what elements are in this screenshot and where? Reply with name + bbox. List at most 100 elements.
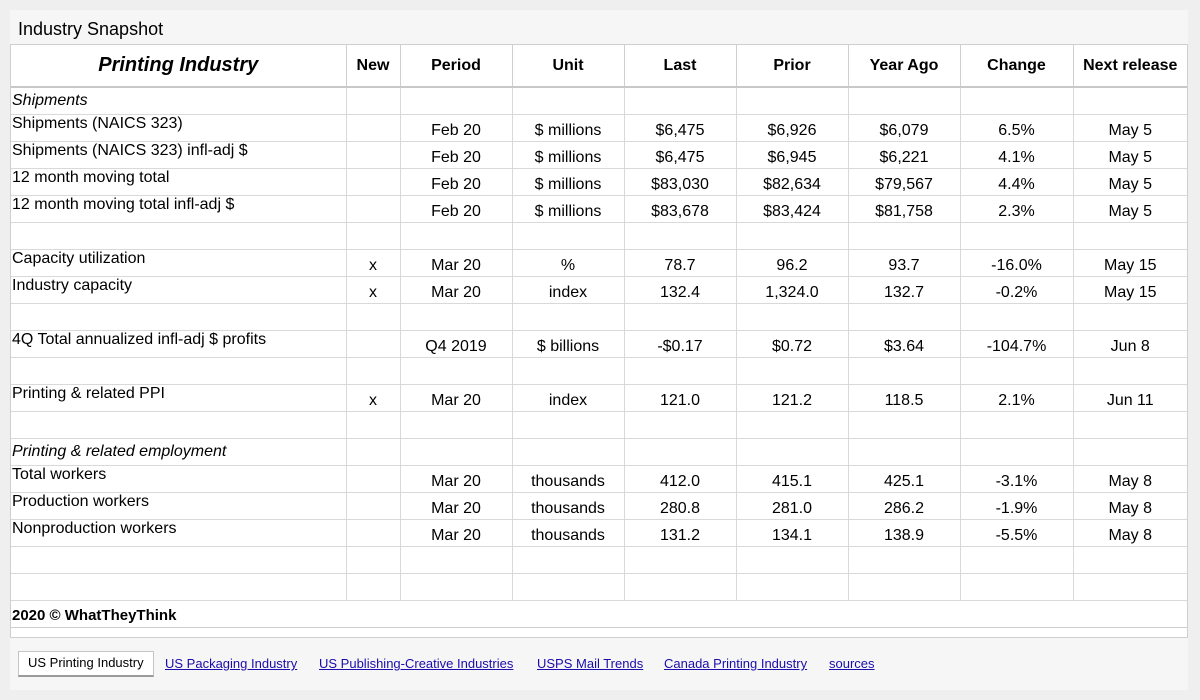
empty-cell — [624, 438, 737, 466]
empty-cell — [848, 303, 961, 331]
empty-cell — [848, 438, 961, 466]
table-cell: 138.9 — [848, 519, 961, 547]
table-cell: % — [512, 249, 625, 277]
empty-cell — [736, 87, 849, 115]
tab-link-canada-printing[interactable]: Canada Printing Industry — [664, 656, 807, 672]
table-cell: $83,030 — [624, 168, 737, 196]
table-cell: 132.7 — [848, 276, 961, 304]
empty-cell — [512, 438, 625, 466]
empty-cell — [624, 573, 737, 601]
empty-cell — [736, 222, 849, 250]
empty-cell — [848, 573, 961, 601]
table-cell: Mar 20 — [400, 492, 513, 520]
table-cell: 415.1 — [736, 465, 849, 493]
table-cell: index — [512, 384, 625, 412]
table-cell: Mar 20 — [400, 519, 513, 547]
table-cell: 6.5% — [960, 114, 1074, 142]
header-period: Period — [400, 45, 513, 88]
empty-cell — [400, 411, 513, 439]
table-cell: -3.1% — [960, 465, 1074, 493]
table-cell: 2.3% — [960, 195, 1074, 223]
header-new: New — [346, 45, 401, 88]
snapshot-frame: Industry Snapshot Printing Industry New … — [10, 10, 1188, 690]
table-cell: May 15 — [1073, 276, 1187, 304]
empty-cell — [1073, 438, 1187, 466]
tab-link-us-packaging[interactable]: US Packaging Industry — [165, 656, 297, 672]
table-cell: May 5 — [1073, 114, 1187, 142]
table-cell: $6,945 — [736, 141, 849, 169]
table-row: Shipments (NAICS 323) infl-adj $ Feb 20 $ … — [11, 141, 1187, 169]
empty-cell — [1073, 303, 1187, 331]
table-cell: May 5 — [1073, 141, 1187, 169]
empty-cell — [624, 222, 737, 250]
empty-cell — [400, 303, 513, 331]
table-cell: May 8 — [1073, 465, 1187, 493]
blank-row — [11, 573, 1187, 601]
table-cell: $ millions — [512, 141, 625, 169]
empty-cell — [624, 357, 737, 385]
table-cell — [346, 168, 401, 196]
empty-cell — [1073, 573, 1187, 601]
empty-cell — [1073, 357, 1187, 385]
table-row: Capacity utilization x Mar 20% 78.7 96.2 93.7… — [11, 249, 1187, 277]
tab-link-usps-mail-trends[interactable]: USPS Mail Trends — [537, 656, 643, 672]
table-cell: $6,475 — [624, 141, 737, 169]
table-cell: $3.64 — [848, 330, 961, 358]
table-cell: May 8 — [1073, 492, 1187, 520]
table-cell: $79,567 — [848, 168, 961, 196]
table-cell: $81,758 — [848, 195, 961, 223]
empty-cell — [400, 87, 513, 115]
table-cell: 425.1 — [848, 465, 961, 493]
empty-cell — [736, 573, 849, 601]
empty-cell — [346, 357, 401, 385]
empty-cell — [960, 411, 1074, 439]
empty-cell — [960, 222, 1074, 250]
table-cell: May 5 — [1073, 168, 1187, 196]
row-label: Production workers — [11, 492, 347, 520]
tab-link-us-publishing-creative[interactable]: US Publishing-Creative Industries — [319, 656, 513, 672]
row-label: Nonproduction workers — [11, 519, 347, 547]
empty-cell — [848, 87, 961, 115]
table-cell: $0.72 — [736, 330, 849, 358]
empty-cell — [346, 438, 401, 466]
table-cell — [346, 492, 401, 520]
industry-table: Printing Industry New Period Unit Last P… — [11, 45, 1187, 628]
empty-cell — [11, 222, 347, 250]
tab-link-sources[interactable]: sources — [829, 656, 875, 672]
table-row: 12 month moving total infl-adj $ Feb 20 $ … — [11, 195, 1187, 223]
table-cell: -16.0% — [960, 249, 1074, 277]
empty-cell — [346, 303, 401, 331]
blank-row — [11, 303, 1187, 331]
row-label: Printing & related PPI — [11, 384, 347, 412]
copyright-row: 2020 © WhatTheyThink — [11, 600, 1187, 628]
empty-cell — [11, 357, 347, 385]
table-row: Production workers Mar 20 thousands 280.8 28… — [11, 492, 1187, 520]
empty-cell — [960, 573, 1074, 601]
empty-cell — [736, 438, 849, 466]
table-cell: Jun 11 — [1073, 384, 1187, 412]
table-cell: $ millions — [512, 114, 625, 142]
tab-us-printing-industry[interactable]: US Printing Industry — [18, 651, 154, 677]
row-label: 12 month moving total infl-adj $ — [11, 195, 347, 223]
table-cell: 134.1 — [736, 519, 849, 547]
empty-cell — [736, 357, 849, 385]
table-cell: Jun 8 — [1073, 330, 1187, 358]
empty-cell — [346, 222, 401, 250]
table-row: 4Q Total annualized infl-adj $ profits Q4… — [11, 330, 1187, 358]
snapshot-sheet: Printing Industry New Period Unit Last P… — [10, 44, 1188, 638]
table-cell: 93.7 — [848, 249, 961, 277]
table-cell: 96.2 — [736, 249, 849, 277]
table-cell: May 8 — [1073, 519, 1187, 547]
table-cell: May 15 — [1073, 249, 1187, 277]
empty-cell — [512, 222, 625, 250]
empty-cell — [960, 303, 1074, 331]
empty-cell — [1073, 87, 1187, 115]
table-cell: $82,634 — [736, 168, 849, 196]
table-body: Shipments Shipments (NAICS 323) Feb 20 $ mi… — [11, 87, 1187, 601]
table-cell — [346, 519, 401, 547]
empty-cell — [1073, 411, 1187, 439]
header-unit: Unit — [512, 45, 625, 88]
copyright-text: 2020 © WhatTheyThink — [11, 600, 1187, 628]
row-label: Total workers — [11, 465, 347, 493]
header-next-release: Next release — [1073, 45, 1187, 88]
